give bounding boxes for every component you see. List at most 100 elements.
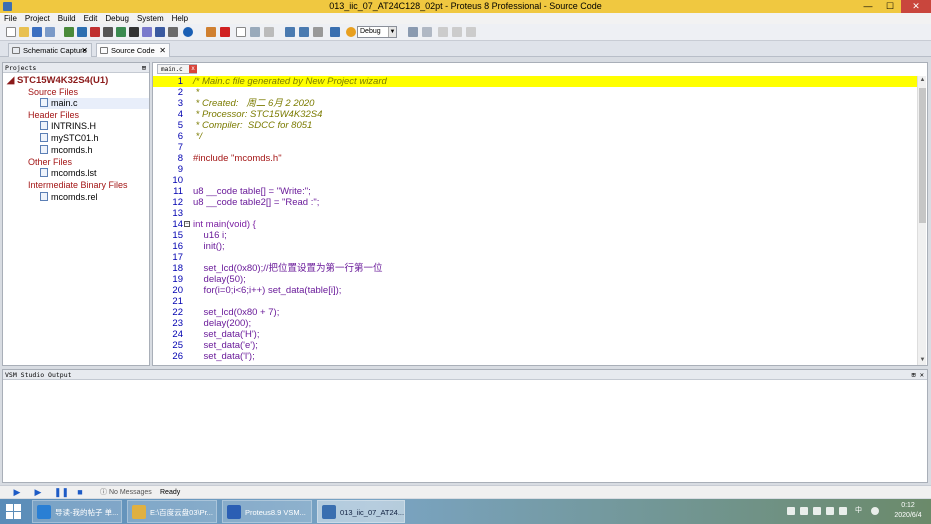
notes-icon[interactable] [168, 27, 178, 37]
tree-file-mcomds-h[interactable]: mcomds.h [40, 145, 93, 156]
scrollbar-thumb[interactable] [919, 88, 926, 223]
menu-file[interactable]: File [0, 13, 21, 24]
code-line[interactable]: 13 [153, 208, 917, 219]
code-line[interactable]: 5 * Compiler: SDCC for 8051 [153, 120, 917, 131]
close-button[interactable]: ✕ [901, 0, 931, 13]
menu-debug[interactable]: Debug [101, 13, 133, 24]
source-code-icon[interactable] [155, 27, 165, 37]
collapse-icon[interactable]: ◢ [7, 75, 17, 86]
build-config-select[interactable]: Debug ▼ [357, 26, 397, 38]
code-line[interactable]: 1 /* Main.c file generated by New Project… [153, 76, 917, 87]
vertical-scrollbar[interactable]: ▲ ▼ [917, 76, 926, 365]
pcb-layout-icon[interactable] [90, 27, 100, 37]
3d-view-icon[interactable] [116, 27, 126, 37]
code-line[interactable]: 14− int main(void) { [153, 219, 917, 230]
panel-controls-icon[interactable]: ⊞ ✕ [911, 370, 924, 380]
minimize-button[interactable]: — [857, 0, 879, 13]
delete-icon[interactable] [220, 27, 230, 37]
code-area[interactable]: 1 /* Main.c file generated by New Project… [153, 76, 917, 365]
stop-icon[interactable]: ■ [75, 488, 85, 497]
play-icon[interactable]: ▶ [12, 488, 22, 497]
tree-folder-intermediate-binary-files[interactable]: Intermediate Binary Files [28, 180, 128, 191]
windows-start-icon[interactable] [6, 504, 21, 519]
menu-system[interactable]: System [133, 13, 168, 24]
build-icon[interactable] [285, 27, 295, 37]
code-line[interactable]: 17 [153, 252, 917, 263]
code-line[interactable]: 23 delay(200); [153, 318, 917, 329]
code-line[interactable]: 20 for(i=0;i<6;i++) set_data(table[i]); [153, 285, 917, 296]
code-line[interactable]: 21 [153, 296, 917, 307]
tree-file-main-c[interactable]: main.c [40, 98, 149, 109]
new-file-icon[interactable] [6, 27, 16, 37]
fold-toggle-icon[interactable]: − [184, 221, 190, 227]
tree-file-intrins-h[interactable]: INTRINS.H [40, 121, 96, 132]
pin-icon[interactable]: ⊞ [142, 63, 146, 73]
step-icon[interactable]: ▶ [33, 488, 43, 497]
maximize-button[interactable]: ☐ [879, 0, 901, 13]
code-line[interactable]: 15 u16 i; [153, 230, 917, 241]
design-explorer-icon[interactable] [142, 27, 152, 37]
bom-icon[interactable] [129, 27, 139, 37]
app-tray-icon[interactable] [839, 507, 847, 515]
editor-tab-main-c[interactable]: main.c x [157, 64, 197, 74]
menu-edit[interactable]: Edit [80, 13, 102, 24]
tree-file-mystc01-h[interactable]: mySTC01.h [40, 133, 99, 144]
code-line[interactable]: 10 [153, 175, 917, 186]
clock[interactable]: 0:12 2020/6/4 [891, 501, 925, 521]
tree-folder-source-files[interactable]: Source Files [28, 87, 78, 98]
scroll-up-icon[interactable]: ▲ [918, 76, 927, 85]
cut-icon[interactable] [438, 27, 448, 37]
cortana-icon[interactable] [871, 507, 879, 515]
code-line[interactable]: 26 set_data('l'); [153, 351, 917, 362]
menu-build[interactable]: Build [54, 13, 80, 24]
close-icon[interactable]: ✕ [159, 44, 166, 57]
save-icon[interactable] [32, 27, 42, 37]
menu-help[interactable]: Help [168, 13, 192, 24]
taskbar-item-proteus[interactable]: 013_iic_07_AT24... [317, 500, 405, 523]
tree-folder-other-files[interactable]: Other Files [28, 157, 72, 168]
code-line[interactable]: 22 set_lcd(0x80 + 7); [153, 307, 917, 318]
redo-icon[interactable] [422, 27, 432, 37]
refresh-icon[interactable] [206, 27, 216, 37]
code-line[interactable]: 12 u8 __code table2[] = "Read :"; [153, 197, 917, 208]
save-all-icon[interactable] [45, 27, 55, 37]
schematic-icon[interactable] [77, 27, 87, 37]
code-line[interactable]: 3 * Created: 周二 6月 2 2020 [153, 98, 917, 109]
tree-root[interactable]: ◢ STC15W4K32S4(U1) [7, 75, 108, 86]
tree-folder-header-files[interactable]: Header Files [28, 110, 79, 121]
gerber-icon[interactable] [103, 27, 113, 37]
undo-icon[interactable] [408, 27, 418, 37]
add-file-icon[interactable] [250, 27, 260, 37]
tab-source-code[interactable]: Source Code ✕ [96, 43, 170, 57]
open-folder-icon[interactable] [19, 27, 29, 37]
network-icon[interactable] [813, 507, 821, 515]
code-line[interactable]: 2 * [153, 87, 917, 98]
bluetooth-icon[interactable] [787, 507, 795, 515]
taskbar-item-word[interactable]: Proteus8.9 VSM... [222, 500, 312, 523]
menu-project[interactable]: Project [21, 13, 54, 24]
code-line[interactable]: 18 set_lcd(0x80);//把位置设置为第一行第一位 [153, 263, 917, 274]
code-line[interactable]: 25 set_data('e'); [153, 340, 917, 351]
help-icon[interactable] [183, 27, 193, 37]
settings-icon[interactable] [330, 27, 340, 37]
tree-file-mcomds-rel[interactable]: mcomds.rel [40, 192, 98, 203]
scroll-down-icon[interactable]: ▼ [918, 356, 927, 365]
code-line[interactable]: 7 [153, 142, 917, 153]
paste-icon[interactable] [466, 27, 476, 37]
code-line[interactable]: 6 */ [153, 131, 917, 142]
volume-icon[interactable] [826, 507, 834, 515]
remove-file-icon[interactable] [264, 27, 274, 37]
code-line[interactable]: 9 [153, 164, 917, 175]
taskbar-item-explorer[interactable]: E:\百度云盘03\Pr... [127, 500, 217, 523]
code-line[interactable]: 11 u8 __code table[] = "Write:"; [153, 186, 917, 197]
close-icon[interactable]: x [189, 65, 197, 73]
code-line[interactable]: 24 set_data('H'); [153, 329, 917, 340]
taskbar-item-browser[interactable]: 导读-我的帖子 单... [32, 500, 122, 523]
rebuild-icon[interactable] [299, 27, 309, 37]
security-icon[interactable] [800, 507, 808, 515]
home-icon[interactable] [64, 27, 74, 37]
clean-icon[interactable] [313, 27, 323, 37]
tree-file-mcomds-lst[interactable]: mcomds.lst [40, 168, 97, 179]
code-line[interactable]: 16 init(); [153, 241, 917, 252]
code-line[interactable]: 4 * Processor: STC15W4K32S4 [153, 109, 917, 120]
